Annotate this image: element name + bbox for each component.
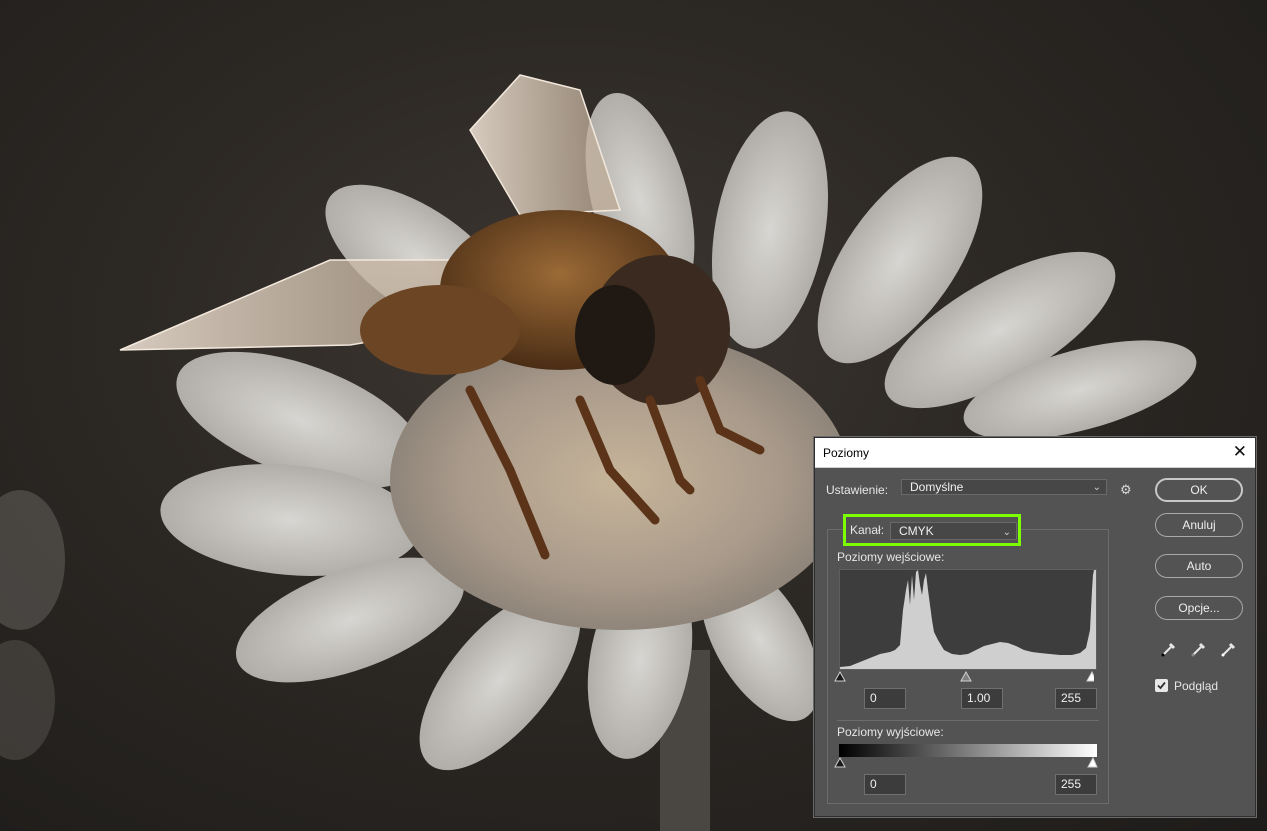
- input-black-field[interactable]: 0: [864, 688, 906, 709]
- white-point-eyedropper-icon[interactable]: [1219, 639, 1239, 659]
- preset-dropdown[interactable]: Domyślne ⌄: [901, 479, 1107, 495]
- levels-dialog: Poziomy ✕ Ustawienie: Domyślne ⌄ ⚙ OK An…: [814, 437, 1256, 817]
- output-white-field[interactable]: 255: [1055, 774, 1097, 795]
- input-gamma-slider-handle[interactable]: [960, 671, 972, 682]
- input-black-slider-handle[interactable]: [834, 671, 846, 682]
- options-button[interactable]: Opcje...: [1155, 596, 1243, 620]
- checkmark-icon: [1157, 681, 1166, 690]
- output-levels-label: Poziomy wyjściowe:: [837, 725, 944, 739]
- preset-label: Ustawienie:: [826, 483, 889, 497]
- dialog-titlebar: Poziomy ✕: [815, 438, 1255, 468]
- preset-value: Domyślne: [910, 480, 964, 494]
- ok-button[interactable]: OK: [1155, 478, 1243, 502]
- dialog-title: Poziomy: [823, 446, 870, 460]
- gear-icon[interactable]: ⚙: [1120, 482, 1132, 498]
- output-white-slider-handle[interactable]: [1087, 757, 1098, 768]
- panel-divider: [837, 720, 1099, 721]
- output-slider-track: [834, 757, 1098, 768]
- input-white-field[interactable]: 255: [1055, 688, 1097, 709]
- gray-point-eyedropper-icon[interactable]: [1189, 639, 1209, 659]
- cancel-button[interactable]: Anuluj: [1155, 513, 1243, 537]
- histogram-graph: [840, 570, 1096, 669]
- auto-button[interactable]: Auto: [1155, 554, 1243, 578]
- channel-value: CMYK: [899, 524, 934, 538]
- output-black-slider-handle[interactable]: [834, 757, 846, 768]
- input-white-slider-handle[interactable]: [1086, 671, 1094, 682]
- input-levels-label: Poziomy wejściowe:: [837, 550, 945, 564]
- output-black-field[interactable]: 0: [864, 774, 906, 795]
- channel-label: Kanał:: [850, 523, 885, 537]
- histogram: [839, 569, 1097, 670]
- output-gradient-bar: [839, 744, 1097, 757]
- chevron-down-icon: ⌄: [1002, 527, 1011, 538]
- input-gamma-field[interactable]: 1.00: [961, 688, 1003, 709]
- close-icon[interactable]: ✕: [1233, 442, 1247, 462]
- preview-label: Podgląd: [1174, 679, 1219, 693]
- preview-checkbox[interactable]: [1155, 679, 1168, 692]
- channel-highlight-frame: Kanał: CMYK ⌄: [843, 514, 1021, 546]
- chevron-down-icon: ⌄: [1092, 482, 1101, 493]
- input-slider-track: [834, 671, 1094, 682]
- black-point-eyedropper-icon[interactable]: [1159, 639, 1179, 659]
- channel-dropdown[interactable]: CMYK ⌄: [890, 522, 1017, 540]
